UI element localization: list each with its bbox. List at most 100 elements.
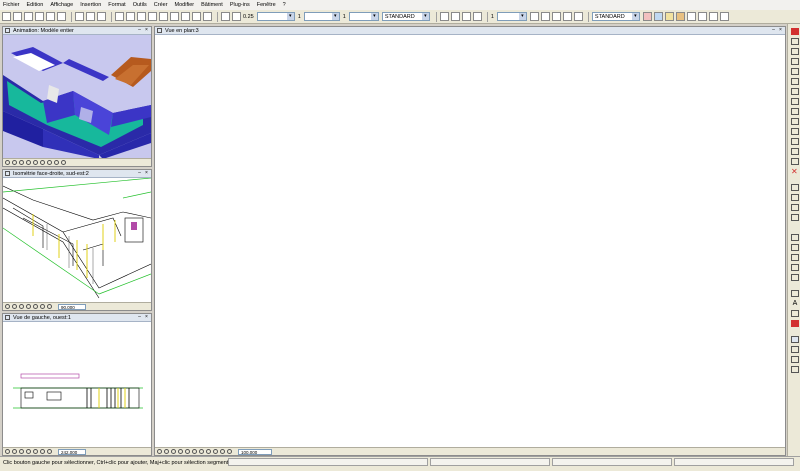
view-icon[interactable] bbox=[47, 304, 52, 309]
dimension-icon[interactable] bbox=[791, 234, 799, 241]
label-icon[interactable] bbox=[791, 158, 799, 165]
close-icon[interactable] bbox=[5, 304, 10, 309]
slab-icon[interactable] bbox=[791, 108, 799, 115]
minimize-icon[interactable]: – bbox=[771, 27, 776, 34]
light-icon[interactable] bbox=[61, 160, 66, 165]
object-icon[interactable] bbox=[791, 148, 799, 155]
menu-outils[interactable]: Outils bbox=[133, 2, 147, 8]
stair-icon[interactable] bbox=[791, 88, 799, 95]
screen-icon[interactable] bbox=[57, 12, 66, 21]
style-combo-a[interactable]: STANDARD ▾ bbox=[381, 12, 430, 21]
window-icon[interactable] bbox=[192, 12, 201, 21]
delete-icon[interactable]: ✕ bbox=[791, 168, 799, 176]
view-icon[interactable] bbox=[206, 449, 211, 454]
zoom-icon[interactable] bbox=[185, 449, 190, 454]
print-icon[interactable] bbox=[35, 12, 44, 21]
layer-color-combo[interactable]: ▾ bbox=[348, 12, 379, 21]
dimension-icon[interactable] bbox=[791, 244, 799, 251]
close-icon[interactable]: × bbox=[144, 314, 149, 321]
pencil-icon[interactable] bbox=[791, 38, 799, 45]
line-icon[interactable] bbox=[791, 290, 799, 297]
grid-icon[interactable] bbox=[450, 12, 460, 21]
pattern-icon[interactable] bbox=[642, 12, 652, 21]
wall-icon[interactable] bbox=[791, 58, 799, 65]
menu-plugins[interactable]: Plug-ins bbox=[230, 2, 250, 8]
zoom-icon[interactable] bbox=[33, 160, 38, 165]
view-icon[interactable] bbox=[227, 449, 232, 454]
view-icon[interactable] bbox=[40, 304, 45, 309]
zoom-icon[interactable] bbox=[33, 449, 38, 454]
left-view-zoom-field[interactable]: 242.000 bbox=[58, 448, 86, 455]
grid-icon[interactable] bbox=[472, 12, 482, 21]
zoom-icon[interactable] bbox=[26, 160, 31, 165]
redo-icon[interactable] bbox=[86, 12, 95, 21]
room-icon[interactable] bbox=[791, 138, 799, 145]
properties-icon[interactable] bbox=[791, 346, 799, 353]
layers-icon[interactable] bbox=[791, 336, 799, 343]
view-icon[interactable] bbox=[40, 449, 45, 454]
zoom-icon[interactable] bbox=[33, 304, 38, 309]
pattern-icon[interactable] bbox=[653, 12, 663, 21]
menu-batiment[interactable]: Bâtiment bbox=[201, 2, 223, 8]
menu-affichage[interactable]: Affichage bbox=[50, 2, 73, 8]
minimize-icon[interactable]: – bbox=[137, 170, 142, 177]
dimension-icon[interactable] bbox=[791, 274, 799, 281]
menu-help[interactable]: ? bbox=[283, 2, 286, 8]
new-icon[interactable] bbox=[2, 12, 11, 21]
line-type-combo[interactable]: ▾ bbox=[303, 12, 340, 21]
layer-icon[interactable] bbox=[573, 12, 583, 21]
camera-icon[interactable] bbox=[47, 160, 52, 165]
hatch-icon[interactable] bbox=[791, 310, 799, 317]
rotate-icon[interactable] bbox=[19, 449, 24, 454]
menu-insertion[interactable]: Insertion bbox=[80, 2, 101, 8]
zoom-icon[interactable] bbox=[178, 449, 183, 454]
isometric-view[interactable] bbox=[2, 177, 152, 302]
line-icon[interactable] bbox=[791, 48, 799, 55]
layer-icon[interactable] bbox=[551, 12, 561, 21]
cut-icon[interactable] bbox=[97, 12, 106, 21]
window-icon[interactable] bbox=[170, 12, 179, 21]
grid-icon[interactable] bbox=[461, 12, 471, 21]
window-icon[interactable] bbox=[137, 12, 146, 21]
offset-icon[interactable] bbox=[791, 204, 799, 211]
window-icon[interactable] bbox=[115, 12, 124, 21]
pattern-icon[interactable] bbox=[708, 12, 718, 21]
pattern-icon[interactable] bbox=[686, 12, 696, 21]
snap-icon[interactable] bbox=[791, 366, 799, 373]
grid-icon[interactable] bbox=[439, 12, 449, 21]
view-icon[interactable] bbox=[47, 449, 52, 454]
view-icon[interactable] bbox=[213, 449, 218, 454]
beam-icon[interactable] bbox=[791, 128, 799, 135]
close-icon[interactable]: × bbox=[144, 27, 149, 34]
window-icon[interactable] bbox=[203, 12, 212, 21]
print-preview-icon[interactable] bbox=[46, 12, 55, 21]
layer-icon[interactable] bbox=[562, 12, 572, 21]
left-elevation-view[interactable] bbox=[3, 322, 151, 447]
view-icon[interactable] bbox=[220, 449, 225, 454]
minimize-icon[interactable]: – bbox=[137, 27, 142, 34]
text-icon[interactable]: A bbox=[791, 300, 799, 307]
pencil-icon[interactable] bbox=[221, 12, 230, 21]
animation-3d-view[interactable] bbox=[3, 35, 151, 159]
fill-icon[interactable] bbox=[791, 194, 799, 201]
menu-fichier[interactable]: Fichier bbox=[3, 2, 20, 8]
dimension-icon[interactable] bbox=[791, 264, 799, 271]
close-icon[interactable]: × bbox=[778, 27, 783, 34]
pan-icon[interactable] bbox=[164, 449, 169, 454]
pattern-icon[interactable] bbox=[664, 12, 674, 21]
zoom-icon[interactable] bbox=[26, 449, 31, 454]
window-icon[interactable] bbox=[148, 12, 157, 21]
dimension-icon[interactable] bbox=[791, 254, 799, 261]
roof-icon[interactable] bbox=[791, 98, 799, 105]
window-icon[interactable] bbox=[181, 12, 190, 21]
pan-icon[interactable] bbox=[12, 160, 17, 165]
close-icon[interactable]: × bbox=[144, 170, 149, 177]
walk-icon[interactable] bbox=[40, 160, 45, 165]
isometric-zoom-field[interactable]: 90.000 bbox=[58, 303, 86, 310]
eraser-icon[interactable] bbox=[791, 320, 799, 327]
trim-icon[interactable] bbox=[791, 214, 799, 221]
stop-icon[interactable] bbox=[791, 28, 799, 35]
view-icon[interactable] bbox=[199, 449, 204, 454]
rotate-icon[interactable] bbox=[19, 160, 24, 165]
plan-zoom-field[interactable]: 100.000 bbox=[238, 448, 272, 455]
